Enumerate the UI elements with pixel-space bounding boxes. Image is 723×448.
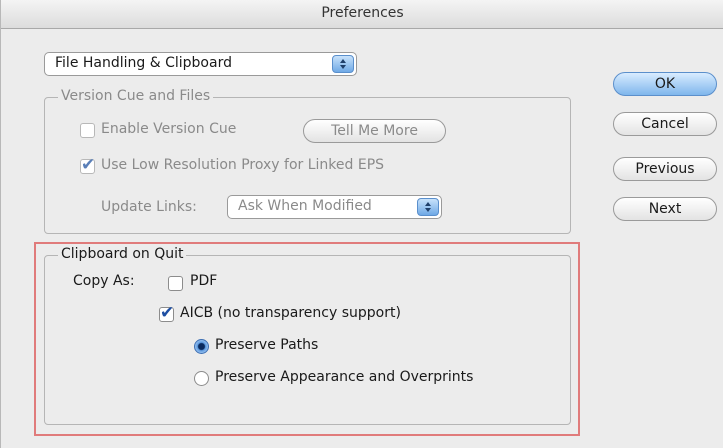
version-cue-group: Version Cue and Files Enable Version Cue… <box>44 88 571 234</box>
update-links-label: Update Links: <box>101 199 197 215</box>
enable-version-cue-checkbox[interactable] <box>80 123 95 138</box>
tell-me-more-button[interactable]: Tell Me More <box>303 119 446 143</box>
preferences-window: Preferences File Handling & Clipboard Ve… <box>0 0 723 448</box>
version-cue-legend: Version Cue and Files <box>58 88 214 104</box>
window-title: Preferences <box>321 5 404 21</box>
popup-arrows-icon <box>332 55 354 73</box>
next-button[interactable]: Next <box>613 197 717 221</box>
update-links-popup[interactable]: Ask When Modified <box>227 195 442 219</box>
enable-version-cue-label: Enable Version Cue <box>101 121 237 137</box>
popup-arrows-icon <box>417 198 439 216</box>
cancel-button[interactable]: Cancel <box>613 112 717 136</box>
low-res-proxy-label: Use Low Resolution Proxy for Linked EPS <box>101 157 385 173</box>
highlight-annotation-box <box>34 242 580 436</box>
update-links-value: Ask When Modified <box>238 198 372 214</box>
ok-button[interactable]: OK <box>613 72 717 96</box>
panel-selector-value: File Handling & Clipboard <box>55 55 232 71</box>
title-bar[interactable]: Preferences <box>1 0 723 29</box>
low-res-proxy-checkbox[interactable] <box>80 155 95 175</box>
previous-button[interactable]: Previous <box>613 157 717 181</box>
panel-selector-popup[interactable]: File Handling & Clipboard <box>44 52 357 76</box>
